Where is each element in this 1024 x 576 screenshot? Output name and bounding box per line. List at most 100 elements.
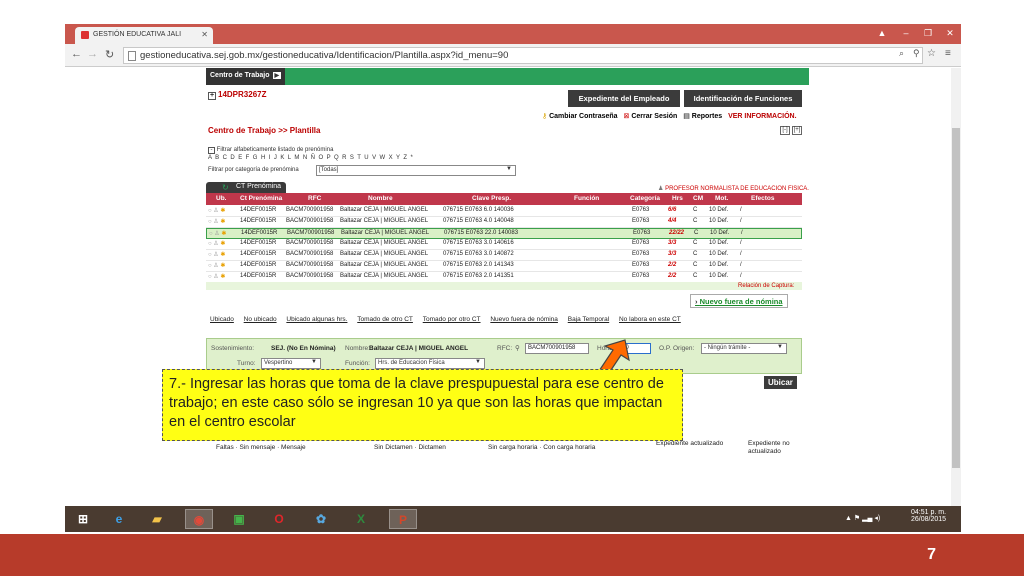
legend-baja[interactable]: Baja Temporal (568, 316, 609, 323)
ct-menu[interactable]: Centro de Trabajo ▶ (206, 68, 286, 85)
cell-clave: 076715 E0763 3.0 140616 (443, 240, 514, 246)
category-select[interactable]: [Todas] ▼ (316, 165, 516, 176)
logout-icon: ⊠ (623, 113, 630, 120)
expediente-button[interactable]: Expediente del Empleado (568, 90, 680, 107)
row-status-icon[interactable]: ○ ♙ ✱ (208, 273, 225, 280)
ct-arrow-icon: ▶ (272, 72, 282, 79)
cell-mot: 10 Def. (709, 218, 729, 224)
funcion-value: Hrs. de Educacion Física (378, 360, 445, 366)
row-status-icon[interactable]: ○ ♙ ✱ (208, 218, 225, 225)
legend-tomado-por[interactable]: Tomado por otro CT (423, 316, 481, 323)
cell-cat: E0763 (632, 262, 650, 268)
back-icon[interactable]: ← (71, 48, 82, 60)
legend-no-labora[interactable]: No labora en este CT (619, 316, 681, 323)
row-status-icon[interactable]: ○ ♙ ✱ (208, 207, 225, 214)
table-row[interactable]: ○ ♙ ✱ 14DEF0015R BACM700901958 Baltazar CEJ… (206, 206, 802, 217)
menu-icon[interactable]: ≡ (945, 48, 951, 59)
close-tab-icon[interactable]: ✕ (201, 30, 208, 39)
turno-label: Turno: (237, 360, 256, 367)
change-password-link[interactable]: Cambiar Contraseña (549, 113, 617, 120)
legend-ubicado[interactable]: Ubicado (210, 316, 234, 323)
collapse-button[interactable]: [-] (780, 126, 790, 135)
ubicar-button[interactable]: Ubicar (764, 376, 797, 389)
cell-ef: / (740, 251, 742, 257)
logout-link[interactable]: Cerrar Sesión (631, 113, 677, 120)
tab-ct-prenomina[interactable]: ↻ CT Prenómina (206, 182, 286, 193)
restore-button[interactable]: ❐ (917, 26, 939, 41)
breadcrumb: Centro de Trabajo >> Plantilla (208, 126, 321, 135)
alphabet-filter[interactable]: A B C D E F G H I J K L M N Ñ O P Q R S … (208, 155, 414, 161)
cell-mot: 10 Def. (710, 230, 730, 236)
cell-ef: / (740, 218, 742, 224)
cell-hrs: 2/2 (668, 273, 677, 279)
turno-select[interactable]: Vespertino ▼ (261, 358, 321, 369)
search-icon[interactable]: ⚲ (515, 344, 520, 352)
col-ub: Ub. (216, 195, 227, 202)
filter-toggle-icon[interactable]: - (208, 147, 215, 154)
refresh-icon[interactable]: ↻ (222, 183, 229, 192)
row-status-icon[interactable]: ○ ♙ ✱ (208, 251, 225, 258)
row-status-icon[interactable]: ○ ♙ ✱ (208, 262, 225, 269)
bookmark-star-icon[interactable]: ☆ (927, 48, 936, 59)
legend-no-ubicado[interactable]: No ubicado (244, 316, 277, 323)
table-row[interactable]: ○ ♙ ✱ 14DEF0015R BACM700901958 Baltazar CEJ… (206, 217, 802, 228)
excel-icon[interactable]: X (347, 509, 375, 529)
cell-mot: 10 Def. (709, 251, 729, 257)
app-icon[interactable]: ✿ (307, 509, 335, 529)
tray-icons[interactable]: ▲ ⚑ ▂▄ ◂) (845, 514, 880, 522)
rfc-input[interactable]: BACM700901958 (525, 343, 589, 354)
expand-icon[interactable]: + (208, 92, 216, 100)
zoom-icon[interactable]: ⌕ (899, 48, 904, 59)
identificacion-button[interactable]: Identificación de Funciones (684, 90, 802, 107)
table-row[interactable]: ○ ♙ ✱ 14DEF0015R BACM700901958 Baltazar CEJ… (206, 250, 802, 261)
ct-code-text: 14DPR3267Z (218, 90, 267, 99)
cell-clave: 076715 E0763 4.0 140048 (443, 218, 514, 224)
start-icon[interactable]: ⊞ (69, 509, 97, 529)
expand-button[interactable]: [+] (792, 126, 802, 135)
user-icon[interactable]: ▲ (871, 26, 893, 41)
cell-cm: C (693, 240, 698, 246)
legend-nuevo[interactable]: Nuevo fuera de nómina (490, 316, 558, 323)
filter-label: - Filtrar alfabeticamente listado de pre… (208, 147, 333, 154)
explorer-icon[interactable]: ▰ (143, 509, 171, 529)
legend-ubicado-algunas[interactable]: Ubicado algunas hrs. (286, 316, 347, 323)
close-window-button[interactable]: ✕ (939, 26, 961, 41)
cell-cat: E0763 (633, 230, 651, 236)
cell-ef: / (740, 273, 742, 279)
forward-icon[interactable]: → (87, 48, 98, 60)
ver-info-link[interactable]: VER INFORMACIÓN. (728, 113, 796, 120)
op-label: O.P. Origen: (659, 345, 695, 352)
cell-rfc: BACM700901958 (286, 251, 334, 257)
reload-icon[interactable]: ↻ (105, 48, 114, 61)
ct-code[interactable]: +14DPR3267Z (208, 90, 266, 100)
minimize-button[interactable]: ‒ (895, 26, 917, 41)
cell-ct: 14DEF0015R (240, 262, 277, 268)
chrome-icon[interactable]: ◉ (185, 509, 213, 529)
chevron-down-icon: ▼ (777, 344, 783, 350)
store-icon[interactable]: ▣ (225, 509, 253, 529)
extension-icon[interactable]: ⚲ (913, 48, 920, 59)
funcion-select[interactable]: Hrs. de Educacion Física ▼ (375, 358, 485, 369)
row-status-icon[interactable]: ○ ♙ ✱ (208, 240, 225, 247)
tab-bar: GESTIÓN EDUCATIVA JALI ✕ ▲ ‒ ❐ ✕ (65, 24, 961, 44)
opera-icon[interactable]: O (265, 509, 293, 529)
table-row[interactable]: ○ ♙ ✱ 14DEF0015R BACM700901958 Baltazar CEJ… (206, 239, 802, 250)
nombre-label: Nombre: (345, 345, 370, 352)
table-row[interactable]: ○ ♙ ✱ 14DEF0015R BACM700901958 Baltazar CEJ… (206, 261, 802, 272)
scroll-thumb[interactable] (952, 128, 960, 468)
legend-tomado-de[interactable]: Tomado de otro CT (357, 316, 413, 323)
op-select[interactable]: - Ningún trámite - ▼ (701, 343, 787, 354)
row-status-icon[interactable]: ○ ♙ ✱ (209, 230, 226, 237)
scrollbar[interactable] (951, 68, 961, 510)
dictamen-legend: Sin Dictamen · Dictamen (374, 444, 446, 451)
table-row[interactable]: ○ ♙ ✱ 14DEF0015R BACM700901958 Baltazar CEJ… (206, 228, 802, 239)
chevron-down-icon: ▼ (506, 166, 512, 172)
ie-icon[interactable]: e (105, 509, 133, 529)
browser-tab[interactable]: GESTIÓN EDUCATIVA JALI ✕ (75, 27, 213, 44)
url-input[interactable]: gestioneducativa.sej.gob.mx/gestioneduca… (123, 47, 923, 64)
reports-link[interactable]: Reportes (692, 113, 722, 120)
powerpoint-icon[interactable]: P (389, 509, 417, 529)
cell-nombre: Baltazar CEJA | MIGUEL ANGEL (340, 218, 429, 224)
clock[interactable]: 04:51 p. m. 26/08/2015 (911, 509, 946, 523)
nuevo-fuera-button[interactable]: › Nuevo fuera de nómina (690, 294, 788, 308)
